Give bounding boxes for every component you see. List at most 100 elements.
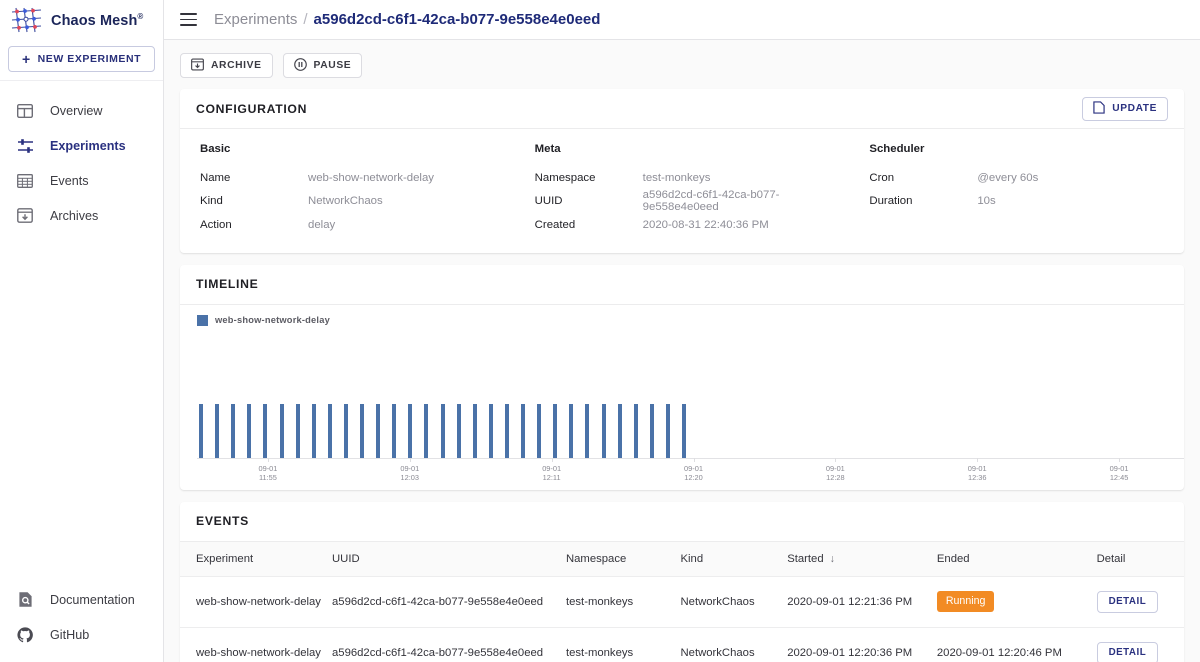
configuration-title: CONFIGURATION [196,102,307,116]
pause-circle-icon [294,58,307,74]
config-value: test-monkeys [643,172,711,184]
timeline-bar[interactable] [441,404,445,459]
column-header-kind[interactable]: Kind [681,542,788,577]
column-header-ended[interactable]: Ended [937,542,1097,577]
config-value: web-show-network-delay [308,172,434,184]
timeline-bar[interactable] [296,404,300,459]
breadcrumb-parent[interactable]: Experiments [214,11,297,28]
timeline-title: TIMELINE [196,277,258,291]
breadcrumb-separator: / [303,11,307,28]
sidebar-item-label: Archives [50,209,98,223]
cell-ended: 2020-09-01 12:20:46 PM [937,627,1097,662]
timeline-bar[interactable] [424,404,428,459]
timeline-bar[interactable] [682,404,686,459]
archive-box-icon [191,58,204,74]
table-row[interactable]: web-show-network-delay a596d2cd-c6f1-42c… [180,576,1184,627]
timeline-bar[interactable] [650,404,654,459]
timeline-bar[interactable] [634,404,638,459]
timeline-plot [180,344,1184,459]
sidebar-item-github[interactable]: GitHub [0,617,163,652]
timeline-bar[interactable] [618,404,622,459]
column-header-started[interactable]: Started↓ [787,542,937,577]
timeline-bar[interactable] [312,404,316,459]
timeline-bar[interactable] [553,404,557,459]
detail-button[interactable]: DETAIL [1097,591,1159,613]
events-table: Experiment UUID Namespace Kind Started↓ … [180,542,1184,662]
timeline-bar[interactable] [408,404,412,459]
legend-color-swatch [197,315,208,326]
plus-icon: + [22,52,31,66]
config-row: Action delay [200,213,515,237]
config-column-basic: Basic Name web-show-network-delay Kind N… [180,143,515,237]
new-experiment-button[interactable]: + NEW EXPERIMENT [8,46,155,72]
sidebar-item-experiments[interactable]: Experiments [0,128,163,163]
timeline-bar[interactable] [457,404,461,459]
cell-namespace: test-monkeys [566,627,681,662]
archive-button[interactable]: ARCHIVE [180,53,273,78]
timeline-tick-label: 09-0112:45 [1110,464,1129,484]
timeline-bar[interactable] [344,404,348,459]
detail-button[interactable]: DETAIL [1097,642,1159,662]
timeline-bar[interactable] [537,404,541,459]
timeline-bar[interactable] [489,404,493,459]
timeline-tick-label: 09-0111:55 [258,464,277,484]
timeline-bar[interactable] [328,404,332,459]
config-value: delay [308,219,335,231]
timeline-bar[interactable] [392,404,396,459]
sidebar-item-archives[interactable]: Archives [0,198,163,233]
timeline-bar[interactable] [247,404,251,459]
timeline-bar[interactable] [521,404,525,459]
github-icon [14,626,36,644]
cell-started: 2020-09-01 12:20:36 PM [787,627,937,662]
sidebar-item-label: Events [50,174,89,188]
cell-uuid: a596d2cd-c6f1-42ca-b077-9e558e4e0eed [332,576,566,627]
timeline-bar[interactable] [263,404,267,459]
config-key: Action [200,219,308,231]
timeline-bar[interactable] [215,404,219,459]
sidebar-item-events[interactable]: Events [0,163,163,198]
config-group-title: Scheduler [869,143,1184,155]
column-header-uuid[interactable]: UUID [332,542,566,577]
config-value: NetworkChaos [308,195,383,207]
timeline-tick-label: 09-0112:03 [400,464,419,484]
timeline-bar[interactable] [602,404,606,459]
hamburger-menu-icon[interactable] [180,13,197,26]
timeline-bar[interactable] [280,404,284,459]
events-table-head: Experiment UUID Namespace Kind Started↓ … [180,542,1184,577]
events-header: EVENTS [180,502,1184,542]
update-button[interactable]: UPDATE [1082,97,1168,121]
sidebar-item-overview[interactable]: Overview [0,93,163,128]
sidebar-item-documentation[interactable]: Documentation [0,582,163,617]
status-badge: Running [937,591,994,611]
cell-detail: DETAIL [1097,627,1184,662]
config-key: Created [535,219,643,231]
cell-uuid: a596d2cd-c6f1-42ca-b077-9e558e4e0eed [332,627,566,662]
cell-ended: Running [937,576,1097,627]
timeline-bar[interactable] [505,404,509,459]
brand[interactable]: Chaos Mesh® [0,0,163,40]
config-key: Namespace [535,172,643,184]
config-key: Duration [869,195,977,207]
table-row[interactable]: web-show-network-delay a596d2cd-c6f1-42c… [180,627,1184,662]
breadcrumb: Experiments / a596d2cd-c6f1-42ca-b077-9e… [214,11,600,28]
timeline-bar[interactable] [231,404,235,459]
cell-kind: NetworkChaos [681,576,788,627]
timeline-legend[interactable]: web-show-network-delay [180,315,1184,326]
timeline-tick-label: 09-0112:20 [684,464,703,484]
timeline-bar[interactable] [360,404,364,459]
config-key: Kind [200,195,308,207]
timeline-bar[interactable] [585,404,589,459]
timeline-bar[interactable] [199,404,203,459]
action-toolbar: ARCHIVE PAUSE [180,50,1184,89]
column-header-namespace[interactable]: Namespace [566,542,681,577]
pause-button-label: PAUSE [314,60,352,71]
column-header-experiment[interactable]: Experiment [180,542,332,577]
timeline-bar[interactable] [666,404,670,459]
timeline-bar[interactable] [473,404,477,459]
pause-button[interactable]: PAUSE [283,53,363,78]
table-header-row: Experiment UUID Namespace Kind Started↓ … [180,542,1184,577]
config-key: Name [200,172,308,184]
timeline-bar[interactable] [376,404,380,459]
timeline-bar[interactable] [569,404,573,459]
timeline-header: TIMELINE [180,265,1184,305]
